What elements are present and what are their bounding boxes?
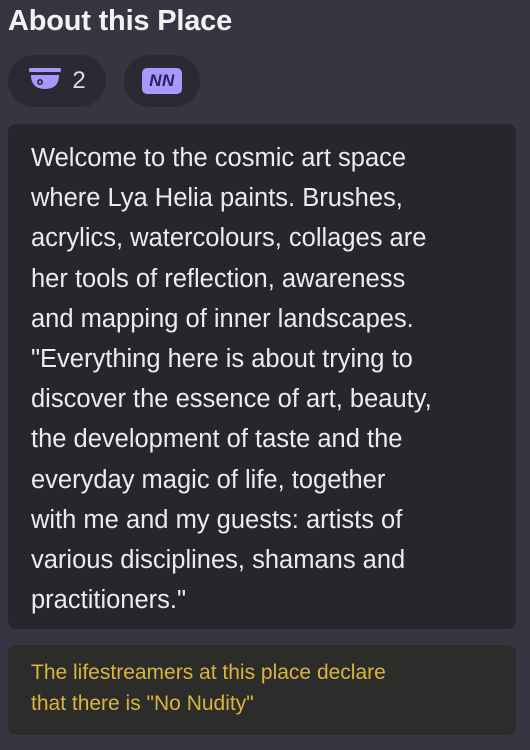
- badge-row: 2 NN: [8, 55, 200, 107]
- about-place-panel: About this Place 2 NN Welcome to the cos…: [0, 0, 530, 750]
- section-title: About this Place: [8, 5, 232, 37]
- description-text: Welcome to the cosmic art space where Ly…: [31, 144, 432, 615]
- viewer-count-badge[interactable]: 2: [8, 55, 106, 107]
- viewer-count: 2: [72, 67, 86, 94]
- nudity-notice: The lifestreamers at this place declare …: [8, 645, 516, 735]
- notice-text: The lifestreamers at this place declare …: [31, 661, 386, 715]
- nn-tag: NN: [142, 68, 182, 94]
- camera-dome-icon: [28, 67, 62, 96]
- no-nudity-badge[interactable]: NN: [124, 55, 200, 107]
- description-card: Welcome to the cosmic art space where Ly…: [8, 124, 516, 629]
